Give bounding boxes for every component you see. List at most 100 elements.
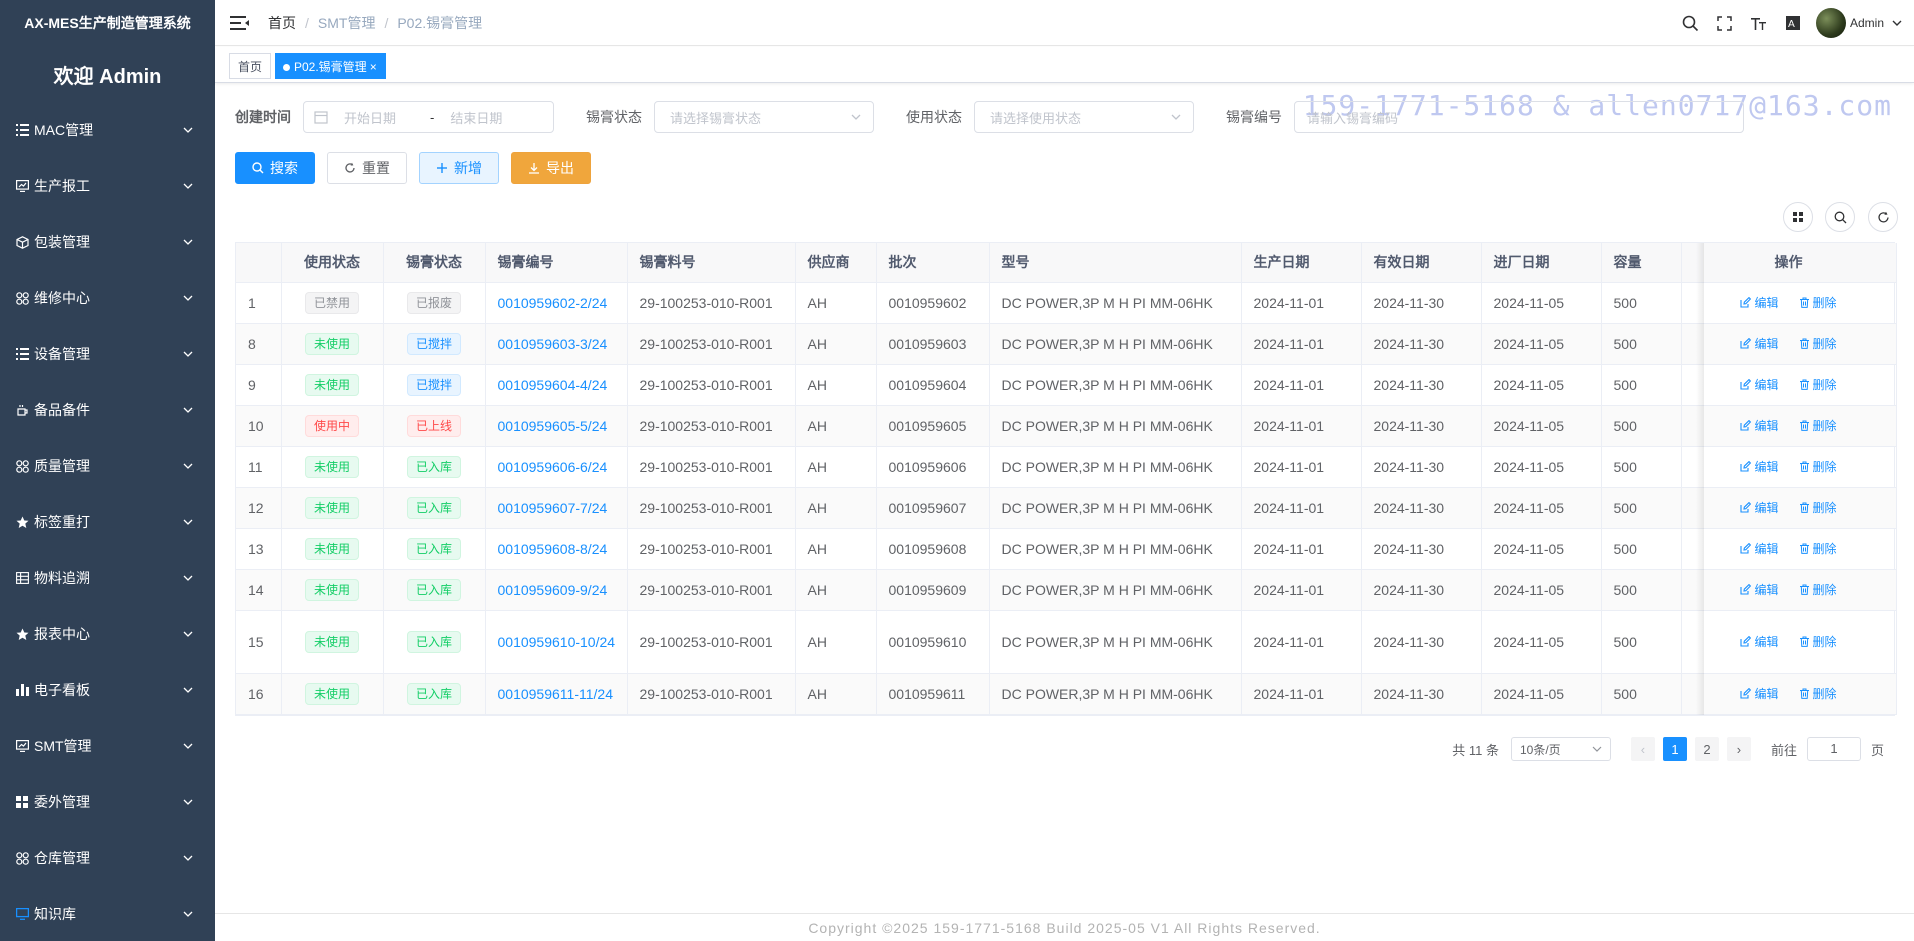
close-icon[interactable]: × bbox=[370, 60, 377, 74]
sidebar-item[interactable]: MAC管理 bbox=[0, 102, 215, 158]
table-row[interactable]: 14 未使用 已入库 0010959609-9/24 29-100253-010-R00… bbox=[236, 569, 1897, 611]
batch-cell: 0010959602 bbox=[876, 282, 990, 324]
tag-active[interactable]: P02.锡膏管理 × bbox=[275, 53, 386, 79]
paste-status-badge: 已入库 bbox=[406, 578, 461, 601]
column-settings-button[interactable] bbox=[1783, 202, 1813, 232]
search-button[interactable]: 搜索 bbox=[235, 152, 315, 184]
table-row[interactable]: 11 未使用 已入库 0010959606-6/24 29-100253-010-R00… bbox=[236, 446, 1897, 488]
vendor-cell: AH bbox=[795, 446, 877, 488]
delete-button[interactable]: 删除 bbox=[1799, 294, 1837, 311]
breadcrumb-home[interactable]: 首页 bbox=[268, 13, 296, 33]
paste-code-link[interactable]: 0010959609-9/24 bbox=[498, 582, 608, 598]
search-icon[interactable] bbox=[1682, 14, 1700, 32]
date-range-picker[interactable]: 开始日期 - 结束日期 bbox=[303, 101, 554, 133]
add-button[interactable]: 新增 bbox=[419, 152, 499, 184]
sidebar-item[interactable]: 包装管理 bbox=[0, 214, 215, 270]
paste-code-link[interactable]: 0010959602-2/24 bbox=[498, 295, 608, 311]
page-2-button[interactable]: 2 bbox=[1694, 737, 1719, 761]
delete-button[interactable]: 删除 bbox=[1799, 335, 1837, 352]
delete-button[interactable]: 删除 bbox=[1799, 458, 1837, 475]
tag-home[interactable]: 首页 bbox=[229, 53, 272, 79]
delete-button[interactable]: 删除 bbox=[1799, 417, 1837, 434]
paste-code-input[interactable]: 请输入锡膏编码 bbox=[1294, 101, 1744, 133]
sidebar-item[interactable]: 知识库 bbox=[0, 886, 215, 941]
sidebar-item[interactable]: 报表中心 bbox=[0, 606, 215, 662]
sidebar-item[interactable]: 备品备件 bbox=[0, 382, 215, 438]
edit-button[interactable]: 编辑 bbox=[1740, 581, 1779, 598]
part-number-cell: 29-100253-010-R001 bbox=[627, 487, 796, 529]
row-id-cell: 1 bbox=[236, 282, 282, 324]
edit-button[interactable]: 编辑 bbox=[1740, 417, 1779, 434]
goto-page-input[interactable]: 1 bbox=[1806, 737, 1861, 761]
edit-button[interactable]: 编辑 bbox=[1740, 458, 1779, 475]
edit-button[interactable]: 编辑 bbox=[1740, 499, 1779, 516]
use-status-badge: 未使用 bbox=[304, 332, 359, 355]
fullscreen-icon[interactable] bbox=[1716, 14, 1734, 32]
paste-code-link[interactable]: 0010959611-11/24 bbox=[498, 686, 613, 702]
edit-label: 编辑 bbox=[1754, 687, 1779, 701]
table-header-cell: 操作 bbox=[1681, 243, 1897, 283]
table-row[interactable]: 8 未使用 已搅拌 0010959603-3/24 29-100253-010-R001… bbox=[236, 323, 1897, 365]
table-row[interactable]: 12 未使用 已入库 0010959607-7/24 29-100253-010-R00… bbox=[236, 487, 1897, 529]
table-row[interactable]: 15 未使用 已入库 0010959610-10/24 29-100253-010-R0… bbox=[236, 610, 1897, 674]
sidebar-item[interactable]: 物料追溯 bbox=[0, 550, 215, 606]
edit-icon bbox=[1740, 636, 1752, 647]
sidebar-item[interactable]: 维修中心 bbox=[0, 270, 215, 326]
sidebar-item[interactable]: 生产报工 bbox=[0, 158, 215, 214]
edit-button[interactable]: 编辑 bbox=[1740, 540, 1779, 557]
sidebar-item[interactable]: SMT管理 bbox=[0, 718, 215, 774]
delete-button[interactable]: 删除 bbox=[1799, 633, 1837, 650]
sidebar-item[interactable]: 设备管理 bbox=[0, 326, 215, 382]
sidebar-item[interactable]: 质量管理 bbox=[0, 438, 215, 494]
prev-page-button[interactable]: ‹ bbox=[1630, 737, 1655, 761]
hamburger-icon[interactable] bbox=[230, 14, 250, 32]
sidebar-item[interactable]: 电子看板 bbox=[0, 662, 215, 718]
edit-button[interactable]: 编辑 bbox=[1740, 294, 1779, 311]
toggle-search-button[interactable] bbox=[1825, 202, 1855, 232]
edit-button[interactable]: 编辑 bbox=[1740, 633, 1779, 650]
edit-button[interactable]: 编辑 bbox=[1740, 685, 1779, 702]
paste-code-link[interactable]: 0010959606-6/24 bbox=[498, 459, 608, 475]
user-name[interactable]: Admin bbox=[1850, 16, 1884, 30]
paste-status-select[interactable]: 请选择锡膏状态 bbox=[654, 101, 874, 133]
delete-button[interactable]: 删除 bbox=[1799, 540, 1837, 557]
end-date-input[interactable]: 结束日期 bbox=[450, 108, 502, 127]
paste-code-link[interactable]: 0010959604-4/24 bbox=[498, 377, 608, 393]
table-row[interactable]: 1 已禁用 已报废 0010959602-2/24 29-100253-010-R001… bbox=[236, 282, 1897, 324]
sidebar-item[interactable]: 标签重打 bbox=[0, 494, 215, 550]
next-page-button[interactable]: › bbox=[1726, 737, 1751, 761]
delete-button[interactable]: 删除 bbox=[1799, 499, 1837, 516]
page-1-button[interactable]: 1 bbox=[1662, 737, 1687, 761]
paste-code-link[interactable]: 0010959610-10/24 bbox=[498, 634, 616, 650]
sidebar-item[interactable]: 委外管理 bbox=[0, 774, 215, 830]
delete-button[interactable]: 删除 bbox=[1799, 376, 1837, 393]
reset-button[interactable]: 重置 bbox=[327, 152, 407, 184]
paste-code-link[interactable]: 0010959603-3/24 bbox=[498, 336, 608, 352]
table-row[interactable]: 9 未使用 已搅拌 0010959604-4/24 29-100253-010-R001… bbox=[236, 364, 1897, 406]
table-row[interactable]: 13 未使用 已入库 0010959608-8/24 29-100253-010-R00… bbox=[236, 528, 1897, 570]
export-button[interactable]: 导出 bbox=[511, 152, 591, 184]
table-header-cell: 供应商 bbox=[795, 243, 877, 283]
delete-button[interactable]: 删除 bbox=[1799, 581, 1837, 598]
chevron-down-icon[interactable] bbox=[1892, 18, 1902, 28]
page-size-select[interactable]: 10条/页 bbox=[1510, 737, 1611, 761]
edit-button[interactable]: 编辑 bbox=[1740, 376, 1779, 393]
refresh-button[interactable] bbox=[1868, 202, 1898, 232]
start-date-input[interactable]: 开始日期 bbox=[344, 108, 424, 127]
table-row[interactable]: 16 未使用 已入库 0010959611-11/24 29-100253-010-R0… bbox=[236, 673, 1897, 715]
paste-code-link[interactable]: 0010959605-5/24 bbox=[498, 418, 608, 434]
delete-button[interactable]: 删除 bbox=[1799, 685, 1837, 702]
table-row[interactable]: 10 使用中 已上线 0010959605-5/24 29-100253-010-R00… bbox=[236, 405, 1897, 447]
goto-suffix: 页 bbox=[1870, 742, 1884, 758]
font-size-icon[interactable] bbox=[1750, 14, 1768, 32]
use-status-select[interactable]: 请选择使用状态 bbox=[974, 101, 1194, 133]
user-avatar[interactable] bbox=[1815, 8, 1846, 38]
sidebar-item-label: 知识库 bbox=[34, 906, 76, 922]
paste-code-link[interactable]: 0010959607-7/24 bbox=[498, 500, 608, 516]
edit-button[interactable]: 编辑 bbox=[1740, 335, 1779, 352]
paste-code-cell: 0010959607-7/24 bbox=[485, 487, 628, 529]
language-icon[interactable]: A bbox=[1784, 14, 1802, 32]
paste-status-badge: 已入库 bbox=[406, 537, 461, 560]
sidebar-item[interactable]: 仓库管理 bbox=[0, 830, 215, 886]
paste-code-link[interactable]: 0010959608-8/24 bbox=[498, 541, 608, 557]
